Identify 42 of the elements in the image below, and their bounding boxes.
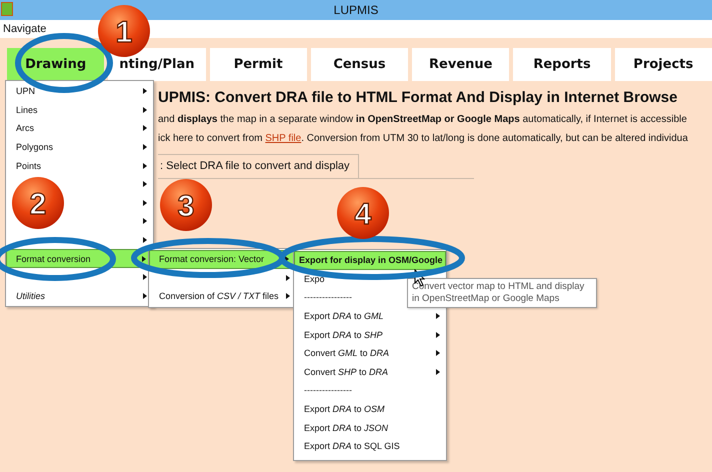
menu-item[interactable]: Export for display in OSM/Google — [294, 251, 446, 270]
submenu-arrow-icon — [143, 88, 147, 94]
page-heading: UPMIS: Convert DRA file to HTML Format And Display in Internet Browse — [158, 89, 678, 106]
menu-item[interactable]: Convert GML to DRA — [294, 344, 446, 363]
menu-item[interactable]: Export DRA to SQL GIS — [294, 436, 446, 456]
menu-item[interactable]: Arcs — [6, 119, 153, 138]
tab[interactable]: Permit — [210, 48, 307, 81]
menu-item[interactable]: UPN — [6, 82, 153, 101]
tab[interactable]: Census — [310, 48, 408, 81]
submenu-arrow-icon — [143, 125, 147, 132]
menu-item[interactable]: Export DRA to OSM — [294, 400, 446, 418]
submenu-arrow-icon — [143, 106, 147, 113]
menu-item[interactable]: Polygons — [6, 138, 153, 156]
menu-separator: ---------------- — [304, 292, 352, 302]
menu-item[interactable]: Points — [6, 156, 153, 175]
submenu-arrow-icon — [143, 144, 147, 150]
tab[interactable]: Projects — [614, 48, 712, 81]
step-number-badge: 3 — [160, 179, 212, 231]
description-text: and displays the map in a separate window in OpenStreetMap or Google Maps automatically, if Internet is accessible — [158, 114, 688, 125]
tab[interactable]: Revenue — [412, 48, 510, 81]
step-number-badge: 4 — [337, 187, 389, 239]
menu-separator: ---------------- — [304, 385, 352, 396]
step-number-badge: 1 — [98, 5, 150, 57]
submenu-arrow-icon — [436, 368, 440, 375]
menu-item[interactable]: Lines — [6, 100, 153, 120]
tab[interactable]: Reports — [513, 48, 611, 81]
shp-file-link[interactable]: SHP file — [265, 133, 302, 144]
menu-item[interactable]: Export DRA to SHP — [294, 325, 446, 344]
window-title: LUPMIS — [334, 3, 378, 17]
app-icon — [1, 2, 13, 16]
menu-item[interactable]: Navigate — [3, 23, 46, 35]
step-number-badge: 2 — [12, 177, 64, 229]
panel-tab[interactable]: : Select DRA file to convert and display — [158, 154, 359, 178]
menu-item[interactable]: Convert SHP to DRA — [294, 362, 446, 382]
description-text: ick here to convert from SHP file. Conversion from UTM 30 to lat/long is done automatically, but can be altered individua — [158, 133, 689, 144]
submenu-arrow-icon — [436, 350, 440, 356]
submenu-arrow-icon — [143, 162, 147, 169]
menu-item[interactable]: Export DRA to GML — [294, 306, 446, 326]
menu-item[interactable]: Export DRA to JSON — [294, 418, 446, 437]
submenu-arrow-icon — [285, 256, 289, 262]
submenu-arrow-icon — [436, 313, 440, 320]
submenu-arrow-icon — [436, 332, 440, 338]
